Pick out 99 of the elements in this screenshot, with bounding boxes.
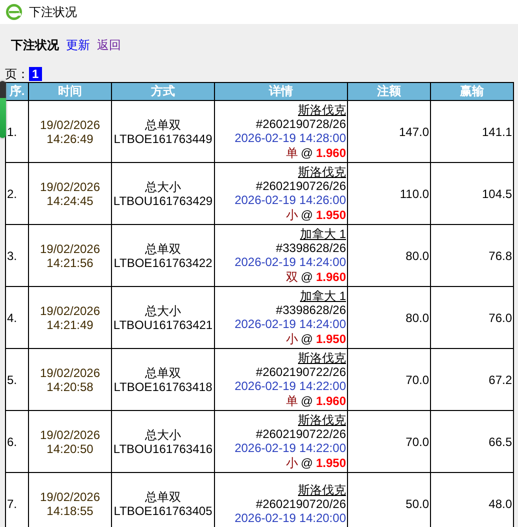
table-cell: 76.8 bbox=[430, 224, 514, 286]
column-header: 方式 bbox=[112, 82, 214, 100]
table-cell: 80.0 bbox=[348, 224, 430, 286]
at-sign: @ bbox=[300, 208, 313, 222]
match-number: #2602190726/26 bbox=[254, 179, 346, 193]
odds: 1.950 bbox=[316, 456, 346, 470]
match-start: 2026-02-19 14:22:00 bbox=[234, 379, 346, 393]
odds: 1.960 bbox=[316, 394, 346, 408]
bet-type: 总单双 bbox=[144, 366, 182, 380]
bet-pick: 单 bbox=[286, 146, 298, 160]
match-start: 2026-02-19 14:26:00 bbox=[234, 193, 346, 207]
table-cell: 2. bbox=[6, 162, 28, 224]
bet-time: 14:26:49 bbox=[46, 132, 94, 146]
match-start: 2026-02-19 14:20:00 bbox=[234, 510, 346, 524]
bet-pick: 单 bbox=[286, 394, 298, 408]
ticket-code: LTBOE161763449 bbox=[113, 132, 213, 146]
odds: 1.960 bbox=[316, 270, 346, 284]
table-cell: 3. bbox=[6, 224, 28, 286]
ticket-code: LTBOU161763429 bbox=[113, 194, 213, 208]
side-handle[interactable] bbox=[0, 81, 6, 138]
column-header: 序. bbox=[6, 82, 28, 100]
team-link[interactable]: 斯洛伐克 bbox=[216, 103, 346, 117]
bet-type: 总大小 bbox=[144, 304, 182, 318]
column-header: 详情 bbox=[214, 82, 348, 100]
table-cell: 6. bbox=[6, 410, 28, 472]
table-cell: 104.5 bbox=[430, 162, 514, 224]
bet-time: 14:24:45 bbox=[46, 194, 94, 208]
table-cell: 147.0 bbox=[348, 100, 430, 162]
at-sign: @ bbox=[300, 270, 313, 284]
team-link[interactable]: 加拿大 1 bbox=[216, 227, 346, 241]
match-number: #2602190728/26 bbox=[254, 117, 346, 131]
bet-date: 19/02/2026 bbox=[38, 428, 102, 442]
bet-pick: 小 bbox=[286, 456, 298, 470]
bet-type: 总大小 bbox=[144, 428, 182, 442]
match-start: 2026-02-19 14:28:00 bbox=[234, 131, 346, 145]
team-link[interactable]: 斯洛伐克 bbox=[216, 482, 346, 496]
match-number: #2602190722/26 bbox=[254, 427, 346, 441]
bet-time: 14:20:58 bbox=[46, 380, 94, 394]
ticket-code: LTBOU161763416 bbox=[113, 442, 213, 456]
bet-time: 14:18:55 bbox=[46, 504, 94, 518]
team-link[interactable]: 斯洛伐克 bbox=[216, 165, 346, 179]
ticket-code: LTBOU161763421 bbox=[113, 318, 213, 332]
team-link[interactable]: 斯洛伐克 bbox=[216, 413, 346, 427]
column-header: 赢输 bbox=[430, 82, 514, 100]
match-number: #3398628/26 bbox=[274, 241, 346, 255]
team-link[interactable]: 加拿大 1 bbox=[216, 289, 346, 303]
team-link[interactable]: 斯洛伐克 bbox=[216, 351, 346, 365]
at-sign: @ bbox=[300, 146, 313, 160]
bet-pick: 双 bbox=[286, 270, 298, 284]
bet-date: 19/02/2026 bbox=[38, 242, 102, 256]
bet-type: 总单双 bbox=[144, 242, 182, 256]
page-heading: 下注状况 bbox=[11, 36, 59, 54]
bet-type: 总单双 bbox=[144, 490, 182, 504]
bet-time: 14:21:56 bbox=[46, 256, 94, 270]
table-cell: 4. bbox=[6, 286, 28, 348]
bet-time: 14:20:50 bbox=[46, 442, 94, 456]
odds: 1.960 bbox=[316, 146, 346, 160]
link[interactable]: 更新 bbox=[66, 36, 90, 54]
bet-date: 19/02/2026 bbox=[38, 118, 102, 132]
at-sign: @ bbox=[300, 332, 313, 346]
bet-date: 19/02/2026 bbox=[38, 490, 102, 504]
match-start: 2026-02-19 14:22:00 bbox=[234, 441, 346, 455]
table-cell: 110.0 bbox=[348, 162, 430, 224]
column-header: 时间 bbox=[28, 82, 112, 100]
bet-type: 总单双 bbox=[144, 118, 182, 132]
browser-logo-icon bbox=[5, 3, 23, 21]
match-start: 2026-02-19 14:24:00 bbox=[234, 317, 346, 331]
table-cell: 7. bbox=[6, 472, 28, 527]
column-header: 注额 bbox=[348, 82, 430, 100]
ticket-code: LTBOE161763405 bbox=[113, 504, 213, 518]
match-number: #2602190720/26 bbox=[254, 496, 346, 510]
bet-date: 19/02/2026 bbox=[38, 304, 102, 318]
table-cell: 66.5 bbox=[430, 410, 514, 472]
odds: 1.950 bbox=[316, 332, 346, 346]
table-cell: 76.0 bbox=[430, 286, 514, 348]
bet-time: 14:21:49 bbox=[46, 318, 94, 332]
at-sign: @ bbox=[300, 394, 313, 408]
bet-date: 19/02/2026 bbox=[38, 366, 102, 380]
table-cell: 141.1 bbox=[430, 100, 514, 162]
at-sign: @ bbox=[300, 456, 313, 470]
bet-pick: 小 bbox=[286, 332, 298, 346]
bet-pick: 小 bbox=[286, 208, 298, 222]
table-cell: 70.0 bbox=[348, 348, 430, 410]
match-number: #3398628/26 bbox=[274, 303, 346, 317]
window-title: 下注状况 bbox=[29, 4, 77, 20]
table-cell: 5. bbox=[6, 348, 28, 410]
table-cell: 80.0 bbox=[348, 286, 430, 348]
ticket-code: LTBOE161763422 bbox=[113, 256, 213, 270]
match-start: 2026-02-19 14:24:00 bbox=[234, 255, 346, 269]
bet-type: 总大小 bbox=[144, 180, 182, 194]
link[interactable]: 返回 bbox=[97, 36, 121, 54]
bet-date: 19/02/2026 bbox=[38, 180, 102, 194]
ticket-code: LTBOE161763418 bbox=[113, 380, 213, 394]
odds: 1.950 bbox=[316, 208, 346, 222]
match-number: #2602190722/26 bbox=[254, 365, 346, 379]
page-label: 页： bbox=[5, 66, 29, 82]
table-cell: 70.0 bbox=[348, 410, 430, 472]
table-cell: 67.2 bbox=[430, 348, 514, 410]
page-link[interactable]: 1 bbox=[29, 67, 42, 81]
